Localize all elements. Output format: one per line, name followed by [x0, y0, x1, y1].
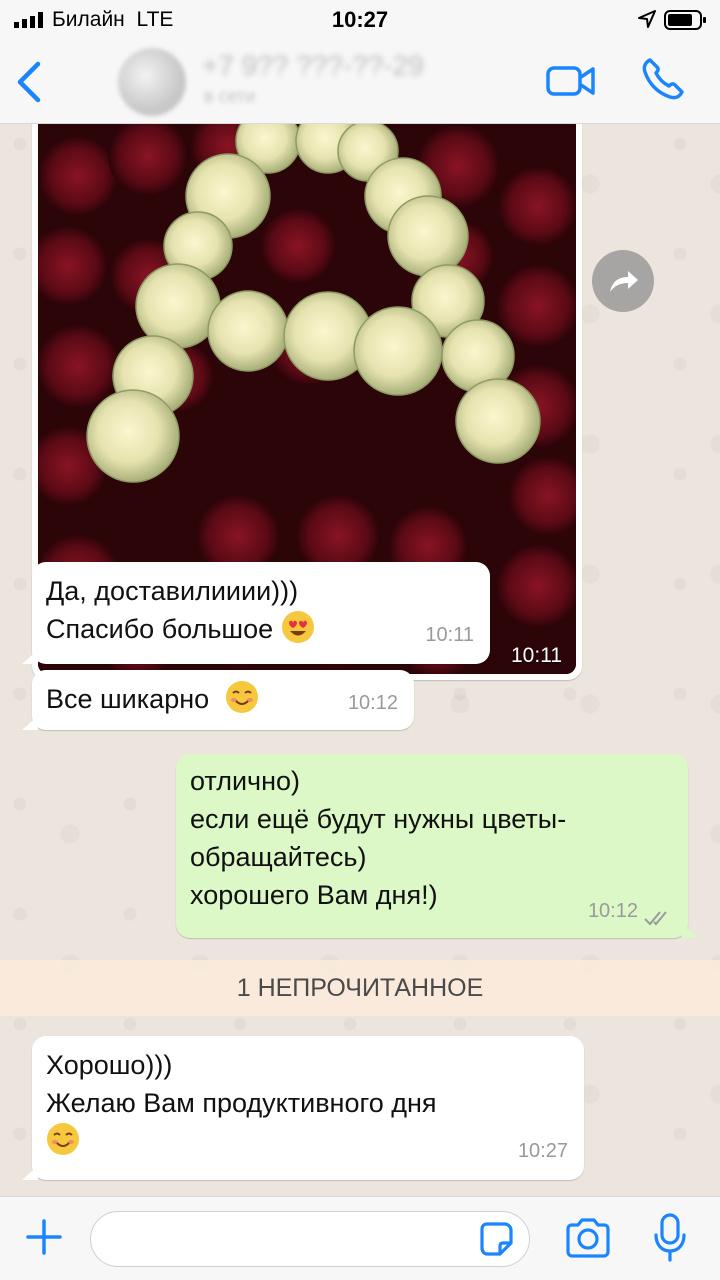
smiling-emoji	[47, 1123, 79, 1155]
contact-status: в сети	[204, 86, 256, 106]
incoming-message[interactable]: Все шикарно 10:12	[22, 670, 414, 730]
message-time: 10:12	[347, 692, 398, 714]
contact-avatar[interactable]	[118, 48, 186, 116]
read-receipt-icon	[644, 911, 667, 926]
bubble-tail	[682, 924, 698, 938]
chat-area[interactable]: 10:11 Да, доставилииии))) Спасибо большо…	[0, 124, 720, 1196]
message-text: Да, доставилииии))) Спасибо большое	[46, 572, 315, 648]
message-time: 10:11	[425, 624, 474, 646]
status-bar: Билайн LTE 10:27	[0, 0, 720, 42]
back-button[interactable]	[14, 60, 44, 104]
camera-icon[interactable]	[564, 1217, 612, 1259]
message-text: отлично) если ещё будут нужны цветы- обр…	[190, 766, 567, 910]
chat-header: +7 9?? ???-??-29 в сети	[0, 42, 720, 124]
smiling-emoji	[225, 681, 258, 713]
message-time: 10:12	[587, 900, 638, 922]
bubble-tail	[22, 1166, 38, 1180]
battery-icon	[664, 10, 706, 30]
message-time: 10:11	[511, 644, 562, 667]
plus-icon[interactable]	[24, 1217, 64, 1257]
bubble-tail	[22, 650, 38, 664]
bubble-tail	[22, 716, 38, 730]
message-input[interactable]	[90, 1211, 530, 1267]
location-arrow-icon	[638, 10, 656, 28]
contact-name[interactable]: +7 9?? ???-??-29	[202, 50, 424, 82]
outgoing-message[interactable]: отлично) если ещё будут нужны цветы- обр…	[176, 754, 698, 938]
heart-eyes-emoji	[281, 611, 314, 643]
message-text: Хорошо))) Желаю Вам продуктивного дня	[46, 1046, 437, 1160]
message-input-bar	[0, 1196, 720, 1280]
video-camera-icon[interactable]	[546, 64, 596, 98]
message-text: Все шикарно	[46, 680, 259, 718]
unread-messages-banner: 1 НЕПРОЧИТАННОЕ	[0, 960, 720, 1016]
message-time: 10:27	[517, 1140, 568, 1162]
status-time: 10:27	[331, 7, 389, 32]
incoming-message[interactable]: Хорошо))) Желаю Вам продуктивного дня 10…	[22, 1036, 584, 1180]
incoming-message[interactable]: Да, доставилииии))) Спасибо большое 10:1…	[22, 562, 490, 664]
microphone-icon[interactable]	[652, 1213, 688, 1263]
sticker-icon[interactable]	[476, 1219, 516, 1259]
forward-icon[interactable]	[592, 250, 654, 312]
phone-icon[interactable]	[640, 56, 686, 102]
